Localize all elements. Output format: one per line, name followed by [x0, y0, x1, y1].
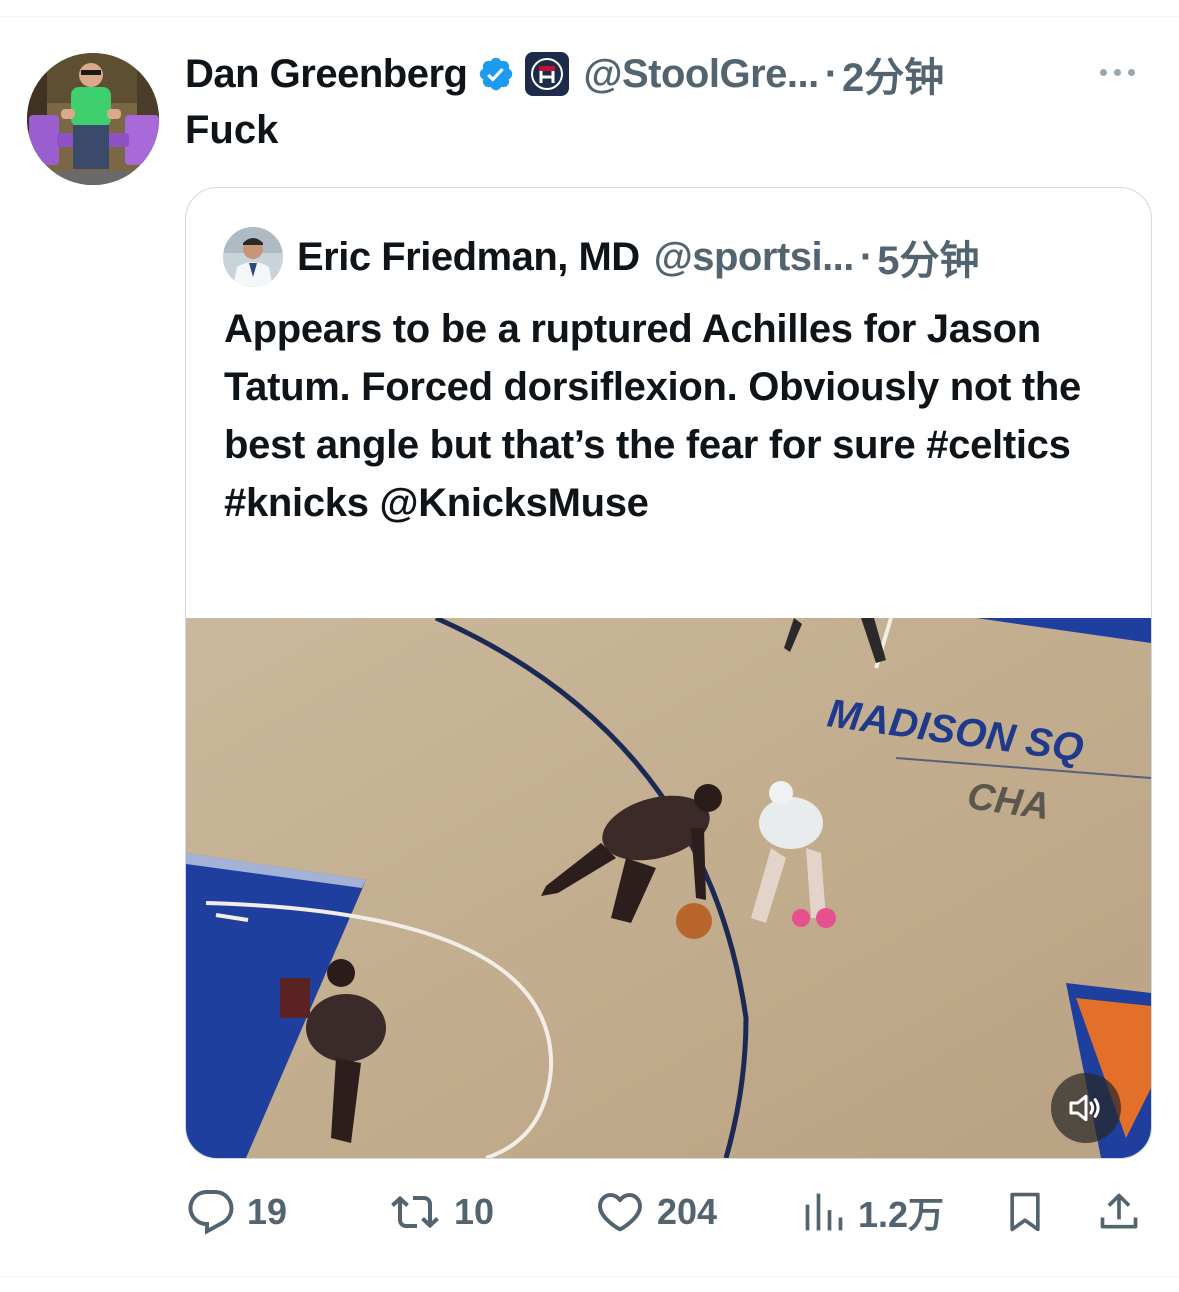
retweet-button[interactable]: 10 — [388, 1182, 494, 1242]
speaker-muted-glyph — [1069, 1094, 1100, 1122]
tweet-text: Fuck — [185, 108, 279, 152]
more-options-icon[interactable] — [1100, 64, 1148, 80]
reply-button[interactable]: 19 — [187, 1182, 287, 1242]
reply-count: 19 — [247, 1191, 288, 1232]
video-frame: MADISON SQ CHA — [186, 618, 1151, 1158]
speaker-muted-icon[interactable] — [1051, 1073, 1121, 1143]
like-button[interactable]: 204 — [595, 1182, 717, 1242]
heart-icon — [598, 1193, 642, 1232]
tweet-header: Dan Greenberg @StoolGre... · 2分钟 — [185, 46, 944, 102]
bottom-divider — [0, 1276, 1179, 1277]
bookmark-button[interactable] — [1003, 1182, 1047, 1242]
tweet-action-bar: 19 10 204 1.2万 — [185, 1182, 1145, 1242]
quoted-author-avatar-image — [223, 227, 283, 287]
retweet-count: 10 — [454, 1191, 495, 1232]
author-display-name[interactable]: Dan Greenberg — [185, 52, 468, 97]
share-button[interactable] — [1097, 1182, 1141, 1242]
views-button[interactable]: 1.2万 — [802, 1182, 944, 1242]
tweet-timestamp[interactable]: 2分钟 — [842, 45, 944, 103]
share-icon — [1100, 1193, 1138, 1229]
quoted-video[interactable]: MADISON SQ CHA — [186, 618, 1151, 1158]
bookmark-icon — [1010, 1192, 1040, 1232]
header-separator: · — [824, 51, 839, 96]
quoted-author-display-name[interactable]: Eric Friedman, MD — [297, 235, 640, 280]
quoted-tweet-card[interactable]: Eric Friedman, MD @sportsi... · 5分钟 Appe… — [185, 187, 1152, 1159]
quoted-author-avatar — [223, 227, 283, 287]
barstool-logo-glyph — [531, 58, 564, 90]
author-avatar-image — [27, 53, 159, 185]
reply-icon — [188, 1190, 234, 1235]
top-divider — [0, 16, 1179, 17]
quoted-header-separator: · — [859, 234, 874, 279]
quoted-timestamp[interactable]: 5分钟 — [877, 228, 979, 286]
quoted-author-handle[interactable]: @sportsi... — [654, 235, 855, 280]
views-chart-icon — [805, 1193, 843, 1231]
retweet-icon — [391, 1195, 439, 1229]
author-handle[interactable]: @StoolGre... — [583, 52, 819, 97]
verified-badge-icon — [480, 57, 513, 91]
like-count: 204 — [657, 1191, 718, 1232]
quoted-tweet-text: Appears to be a ruptured Achilles for Ja… — [224, 307, 1081, 525]
views-count: 1.2万 — [858, 1194, 945, 1235]
barstool-logo-icon[interactable] — [525, 52, 570, 96]
author-avatar[interactable] — [27, 53, 159, 185]
quoted-tweet-header: Eric Friedman, MD @sportsi... · 5分钟 — [223, 226, 979, 288]
